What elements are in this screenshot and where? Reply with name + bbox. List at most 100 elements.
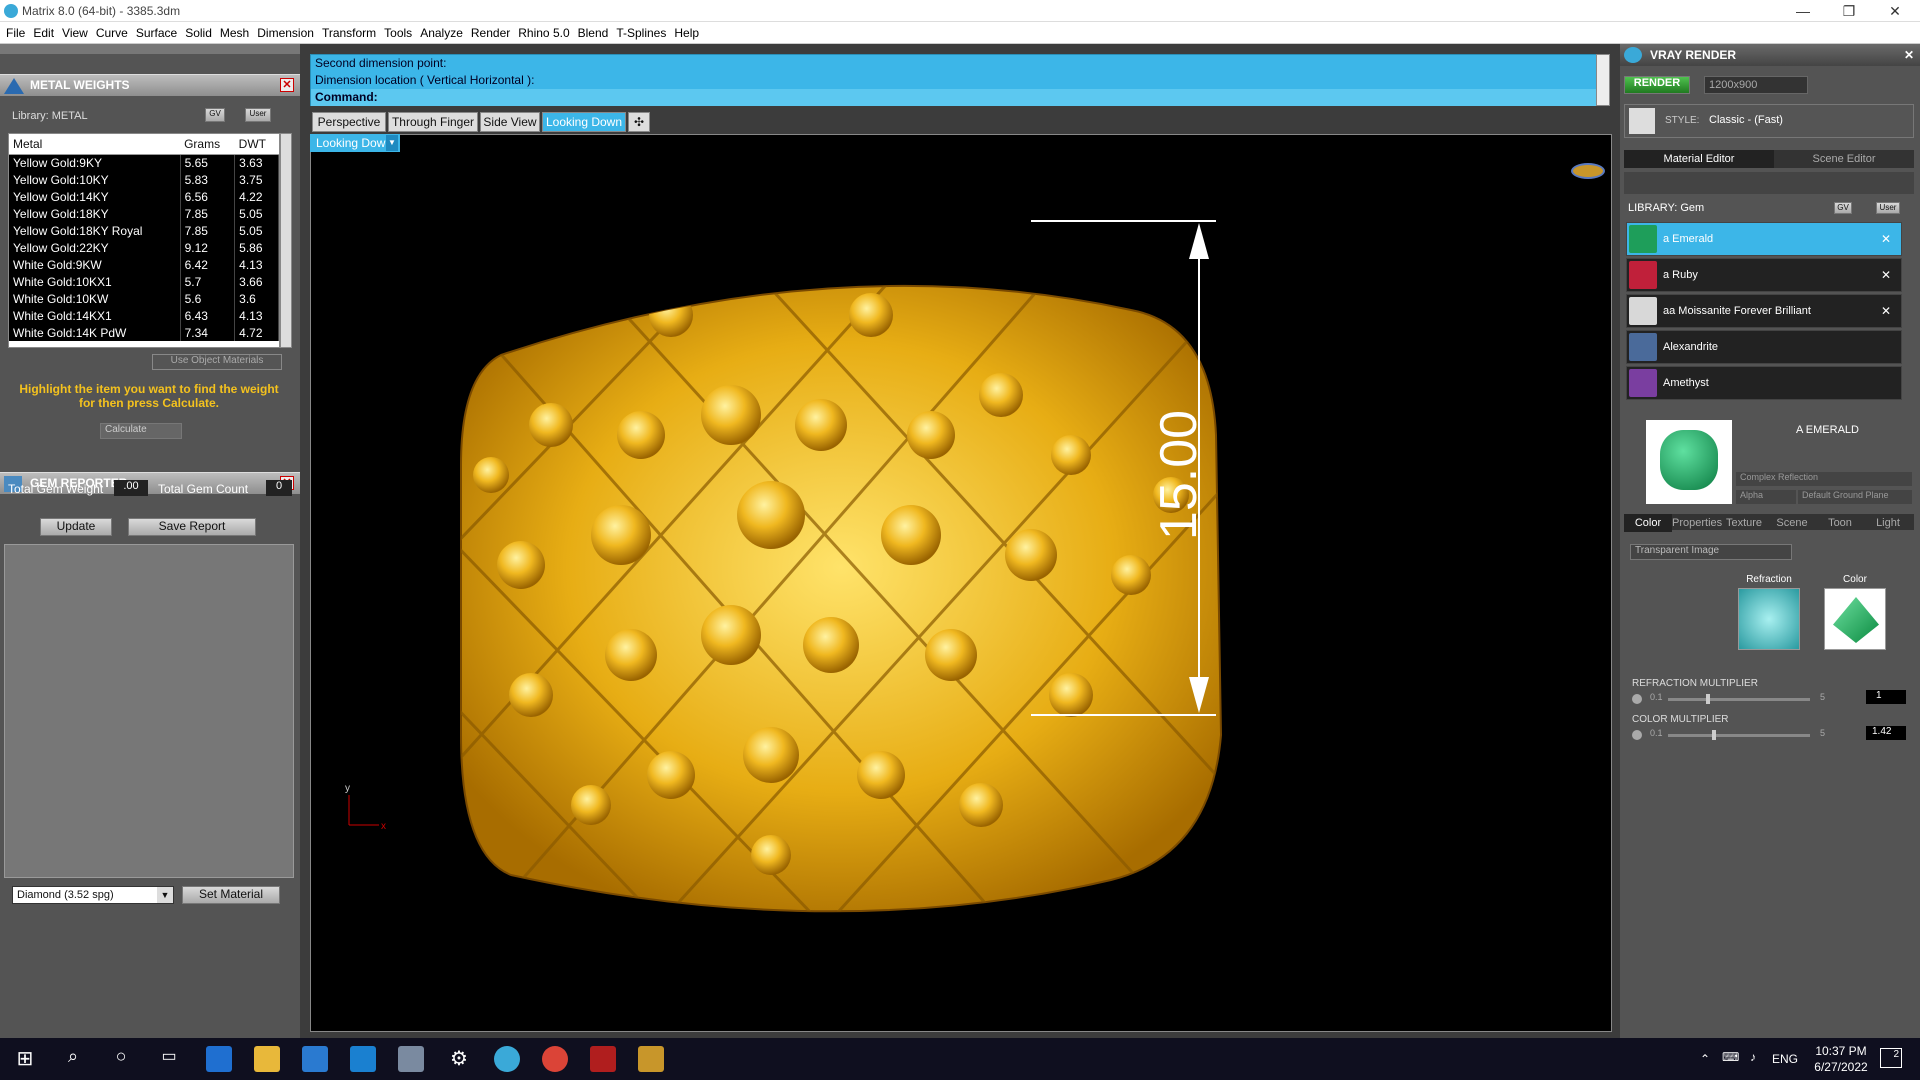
- language-indicator[interactable]: ENG: [1772, 1052, 1798, 1066]
- style-selector[interactable]: STYLE: Classic - (Fast): [1624, 104, 1914, 138]
- add-tab-button[interactable]: ✣: [628, 112, 650, 132]
- table-row[interactable]: Yellow Gold:18KY 7.85 5.05: [9, 205, 279, 222]
- edge-icon[interactable]: [206, 1046, 232, 1072]
- menu-surface[interactable]: Surface: [136, 26, 185, 40]
- command-input[interactable]: Command:: [311, 89, 1607, 106]
- menu-rhino-5-0[interactable]: Rhino 5.0: [518, 26, 577, 40]
- metal-user-button[interactable]: User: [245, 108, 271, 122]
- subtab-toon[interactable]: Toon: [1816, 514, 1864, 532]
- metal-weights-close-button[interactable]: ✕: [280, 78, 294, 92]
- menu-transform[interactable]: Transform: [322, 26, 384, 40]
- volume-icon[interactable]: ♪: [1750, 1050, 1756, 1064]
- reflection-select[interactable]: Complex Reflection: [1736, 472, 1912, 486]
- resolution-select[interactable]: 1200x900: [1704, 76, 1808, 94]
- table-row[interactable]: Yellow Gold:22KY 9.12 5.86: [9, 239, 279, 256]
- metal-col-header[interactable]: Metal: [9, 134, 181, 155]
- start-icon[interactable]: ⊞: [12, 1046, 38, 1072]
- menu-view[interactable]: View: [62, 26, 96, 40]
- subtab-texture[interactable]: Texture: [1720, 514, 1768, 532]
- tab-perspective[interactable]: Perspective: [312, 112, 386, 132]
- notifications-icon[interactable]: 2: [1880, 1048, 1902, 1068]
- tab-scene-editor[interactable]: Scene Editor: [1774, 150, 1914, 168]
- matrix-icon[interactable]: [494, 1046, 520, 1072]
- command-scrollbar[interactable]: [1596, 54, 1610, 106]
- clock-time[interactable]: 10:37 PM: [1806, 1044, 1876, 1058]
- refraction-value[interactable]: 1: [1866, 690, 1906, 704]
- color-slider[interactable]: [1668, 730, 1810, 740]
- menu-edit[interactable]: Edit: [33, 26, 62, 40]
- menu-help[interactable]: Help: [674, 26, 707, 40]
- calculate-button[interactable]: Calculate: [100, 423, 182, 439]
- material-item[interactable]: a Ruby ✕: [1626, 258, 1902, 292]
- rhino-icon[interactable]: [398, 1046, 424, 1072]
- menu-mesh[interactable]: Mesh: [220, 26, 257, 40]
- remove-material-icon[interactable]: ✕: [1881, 304, 1891, 318]
- refraction-slider[interactable]: [1668, 694, 1810, 704]
- menu-tools[interactable]: Tools: [384, 26, 420, 40]
- menu-curve[interactable]: Curve: [96, 26, 136, 40]
- table-row[interactable]: White Gold:14K PdW 7.34 4.72: [9, 324, 279, 341]
- menu-t-splines[interactable]: T-Splines: [616, 26, 674, 40]
- clock-date[interactable]: 6/27/2022: [1806, 1060, 1876, 1074]
- menu-render[interactable]: Render: [471, 26, 518, 40]
- remove-material-icon[interactable]: ✕: [1881, 232, 1891, 246]
- subtab-properties[interactable]: Properties: [1672, 514, 1722, 532]
- tab-side-view[interactable]: Side View: [480, 112, 540, 132]
- metal-col-header[interactable]: Grams: [180, 134, 235, 155]
- material-item[interactable]: Alexandrite: [1626, 330, 1902, 364]
- metal-col-header[interactable]: DWT: [234, 134, 279, 155]
- material-item[interactable]: aa Moissanite Forever Brilliant ✕: [1626, 294, 1902, 328]
- menu-solid[interactable]: Solid: [185, 26, 220, 40]
- gem-type-select[interactable]: Diamond (3.52 spg) ▼: [12, 886, 174, 904]
- table-row[interactable]: Yellow Gold:14KY 6.56 4.22: [9, 188, 279, 205]
- app-gold-icon[interactable]: [638, 1046, 664, 1072]
- menu-dimension[interactable]: Dimension: [257, 26, 322, 40]
- remove-material-icon[interactable]: ✕: [1881, 268, 1891, 282]
- menu-analyze[interactable]: Analyze: [420, 26, 471, 40]
- table-row[interactable]: Yellow Gold:10KY 5.83 3.75: [9, 171, 279, 188]
- render-button[interactable]: RENDER: [1624, 76, 1690, 94]
- transparent-image-select[interactable]: Transparent Image: [1630, 544, 1792, 560]
- table-row[interactable]: Yellow Gold:9KY 5.65 3.63: [9, 154, 279, 171]
- minimize-button[interactable]: —: [1780, 0, 1826, 22]
- subtab-light[interactable]: Light: [1864, 514, 1912, 532]
- material-item[interactable]: a Emerald ✕: [1626, 222, 1902, 256]
- task-view-icon[interactable]: ▭: [156, 1046, 182, 1072]
- alpha-select[interactable]: Alpha: [1736, 490, 1796, 504]
- file-explorer-icon[interactable]: [254, 1046, 280, 1072]
- refraction-slider-thumb[interactable]: [1706, 694, 1710, 704]
- set-material-button[interactable]: Set Material: [182, 886, 280, 904]
- color-texture-swatch[interactable]: [1824, 588, 1886, 650]
- tab-material-editor[interactable]: Material Editor: [1624, 150, 1774, 168]
- store-icon[interactable]: [302, 1046, 328, 1072]
- gem-user-button[interactable]: User: [1876, 202, 1900, 214]
- metal-gv-button[interactable]: GV: [205, 108, 225, 122]
- settings-gear-icon[interactable]: ⚙: [446, 1046, 472, 1072]
- subtab-scene[interactable]: Scene: [1768, 514, 1816, 532]
- cortana-icon[interactable]: ○: [108, 1046, 134, 1072]
- material-item[interactable]: Amethyst: [1626, 366, 1902, 400]
- use-object-materials-checkbox[interactable]: Use Object Materials: [152, 354, 282, 370]
- app-red-icon[interactable]: [590, 1046, 616, 1072]
- network-icon[interactable]: ⌨: [1722, 1050, 1739, 1064]
- tab-through-finger[interactable]: Through Finger: [388, 112, 478, 132]
- mail-icon[interactable]: [350, 1046, 376, 1072]
- vray-close-icon[interactable]: ✕: [1904, 44, 1914, 66]
- viewport[interactable]: 15.00 y x: [310, 134, 1612, 1032]
- tray-chevron-icon[interactable]: ⌃: [1700, 1052, 1710, 1066]
- ground-plane-select[interactable]: Default Ground Plane: [1798, 490, 1912, 504]
- color-slider-thumb[interactable]: [1712, 730, 1716, 740]
- search-icon[interactable]: ⌕: [60, 1046, 86, 1072]
- menu-file[interactable]: File: [6, 26, 33, 40]
- table-row[interactable]: White Gold:9KW 6.42 4.13: [9, 256, 279, 273]
- active-view-dropdown[interactable]: Looking Down ▼: [310, 134, 400, 152]
- subtab-color[interactable]: Color: [1624, 514, 1672, 532]
- table-row[interactable]: White Gold:10KX1 5.7 3.66: [9, 273, 279, 290]
- save-report-button[interactable]: Save Report: [128, 518, 256, 536]
- table-row[interactable]: White Gold:14KX1 6.43 4.13: [9, 307, 279, 324]
- update-button[interactable]: Update: [40, 518, 112, 536]
- view-cube-icon[interactable]: [1571, 163, 1605, 179]
- table-row[interactable]: Yellow Gold:18KY Royal 7.85 5.05: [9, 222, 279, 239]
- gem-gv-button[interactable]: GV: [1834, 202, 1852, 214]
- metal-table-scrollbar[interactable]: [280, 133, 292, 348]
